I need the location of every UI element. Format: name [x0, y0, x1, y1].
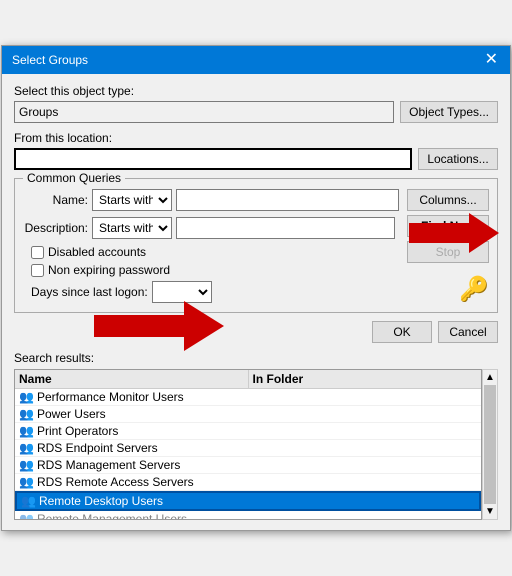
- disabled-accounts-label: Disabled accounts: [48, 245, 146, 259]
- columns-button[interactable]: Columns...: [407, 189, 489, 211]
- disabled-accounts-checkbox[interactable]: [31, 246, 44, 259]
- result-name-cell: 👥 Print Operators: [19, 424, 248, 438]
- dialog-title: Select Groups: [12, 53, 88, 67]
- common-queries-groupbox: Common Queries Name: Starts with: [14, 178, 498, 313]
- scroll-up-arrow[interactable]: ▲: [485, 372, 495, 383]
- location-label: From this location:: [14, 131, 498, 145]
- ok-cancel-row: OK Cancel: [14, 321, 498, 343]
- result-name-text: Remote Management Users: [37, 512, 187, 519]
- name-query-row: Name: Starts with: [23, 189, 399, 211]
- close-button[interactable]: ✕: [483, 52, 500, 68]
- locations-button[interactable]: Locations...: [418, 148, 498, 170]
- arrow-right-icon: [409, 213, 499, 253]
- non-expiring-row: Non expiring password: [31, 263, 399, 277]
- name-query-label: Name:: [23, 193, 88, 207]
- title-bar: Select Groups ✕: [2, 46, 510, 74]
- result-name-text: RDS Endpoint Servers: [37, 441, 158, 455]
- result-name-text: RDS Remote Access Servers: [37, 475, 194, 489]
- scroll-thumb[interactable]: [484, 385, 496, 504]
- days-select[interactable]: [152, 281, 212, 303]
- object-type-row: Object Types...: [14, 101, 498, 123]
- days-label: Days since last logon:: [31, 285, 148, 299]
- queries-container: Name: Starts with Description: Starts wi…: [23, 189, 489, 304]
- result-name-cell: 👥 Remote Desktop Users: [21, 494, 248, 508]
- results-outer-wrapper: Name In Folder 👥 Performance Monitor Use…: [14, 369, 498, 520]
- object-type-label: Select this object type:: [14, 84, 498, 98]
- result-row[interactable]: 👥 RDS Remote Access Servers: [15, 474, 481, 491]
- col-name-header: Name: [15, 370, 249, 388]
- group-icon: 👥: [19, 390, 34, 404]
- result-row[interactable]: 👥 Power Users: [15, 406, 481, 423]
- result-name-cell: 👥 Power Users: [19, 407, 248, 421]
- name-query-input[interactable]: [176, 189, 399, 211]
- result-row-selected[interactable]: 👥 Remote Desktop Users: [15, 491, 481, 511]
- results-rows: 👥 Performance Monitor Users 👥 Power User…: [15, 389, 481, 519]
- select-groups-dialog: Select Groups ✕ Select this object type:…: [1, 45, 511, 531]
- name-starts-with-select[interactable]: Starts with: [92, 189, 172, 211]
- result-row[interactable]: 👥 Print Operators: [15, 423, 481, 440]
- key-icon: 🔑: [459, 275, 489, 304]
- location-row: Locations...: [14, 148, 498, 170]
- query-and-buttons: Name: Starts with Description: Starts wi…: [23, 189, 489, 304]
- days-row: Days since last logon:: [31, 281, 399, 303]
- result-name-cell: 👥 RDS Remote Access Servers: [19, 475, 248, 489]
- group-icon: 👥: [19, 512, 34, 519]
- group-icon: 👥: [19, 424, 34, 438]
- disabled-accounts-row: Disabled accounts: [31, 245, 399, 259]
- group-icon: 👥: [19, 475, 34, 489]
- group-icon: 👥: [19, 458, 34, 472]
- dialog-body: Select this object type: Object Types...…: [2, 74, 510, 530]
- query-fields: Name: Starts with Description: Starts wi…: [23, 189, 399, 304]
- result-name-text: Print Operators: [37, 424, 118, 438]
- result-name-text: Performance Monitor Users: [37, 390, 184, 404]
- desc-query-row: Description: Starts with: [23, 217, 399, 239]
- desc-starts-with-select[interactable]: Starts with: [92, 217, 172, 239]
- common-queries-label: Common Queries: [23, 171, 125, 185]
- scroll-down-arrow[interactable]: ▼: [485, 506, 495, 517]
- result-row[interactable]: 👥 RDS Endpoint Servers: [15, 440, 481, 457]
- results-header: Name In Folder: [15, 370, 481, 389]
- result-row[interactable]: 👥 Performance Monitor Users: [15, 389, 481, 406]
- ok-button[interactable]: OK: [372, 321, 432, 343]
- result-row[interactable]: 👥 Remote Management Users: [15, 511, 481, 519]
- arrow-ok-icon: [94, 301, 224, 351]
- object-type-input[interactable]: [14, 101, 394, 123]
- group-icon: 👥: [21, 494, 36, 508]
- col-folder-header: In Folder: [249, 370, 482, 388]
- result-name-text: RDS Management Servers: [37, 458, 180, 472]
- result-name-text: Power Users: [37, 407, 106, 421]
- desc-query-label: Description:: [23, 221, 88, 235]
- cancel-button[interactable]: Cancel: [438, 321, 498, 343]
- non-expiring-checkbox[interactable]: [31, 264, 44, 277]
- result-name-text: Remote Desktop Users: [39, 494, 163, 508]
- non-expiring-label: Non expiring password: [48, 263, 170, 277]
- result-name-cell: 👥 RDS Endpoint Servers: [19, 441, 248, 455]
- search-results-label: Search results:: [14, 351, 498, 365]
- desc-query-input[interactable]: [176, 217, 395, 239]
- results-table-container: Name In Folder 👥 Performance Monitor Use…: [14, 369, 482, 520]
- result-name-cell: 👥 Performance Monitor Users: [19, 390, 248, 404]
- group-icon: 👥: [19, 407, 34, 421]
- result-row[interactable]: 👥 RDS Management Servers: [15, 457, 481, 474]
- object-types-button[interactable]: Object Types...: [400, 101, 498, 123]
- location-input[interactable]: [14, 148, 412, 170]
- result-name-cell: 👥 Remote Management Users: [19, 512, 248, 519]
- result-name-cell: 👥 RDS Management Servers: [19, 458, 248, 472]
- group-icon: 👥: [19, 441, 34, 455]
- results-scrollbar[interactable]: ▲ ▼: [482, 369, 498, 520]
